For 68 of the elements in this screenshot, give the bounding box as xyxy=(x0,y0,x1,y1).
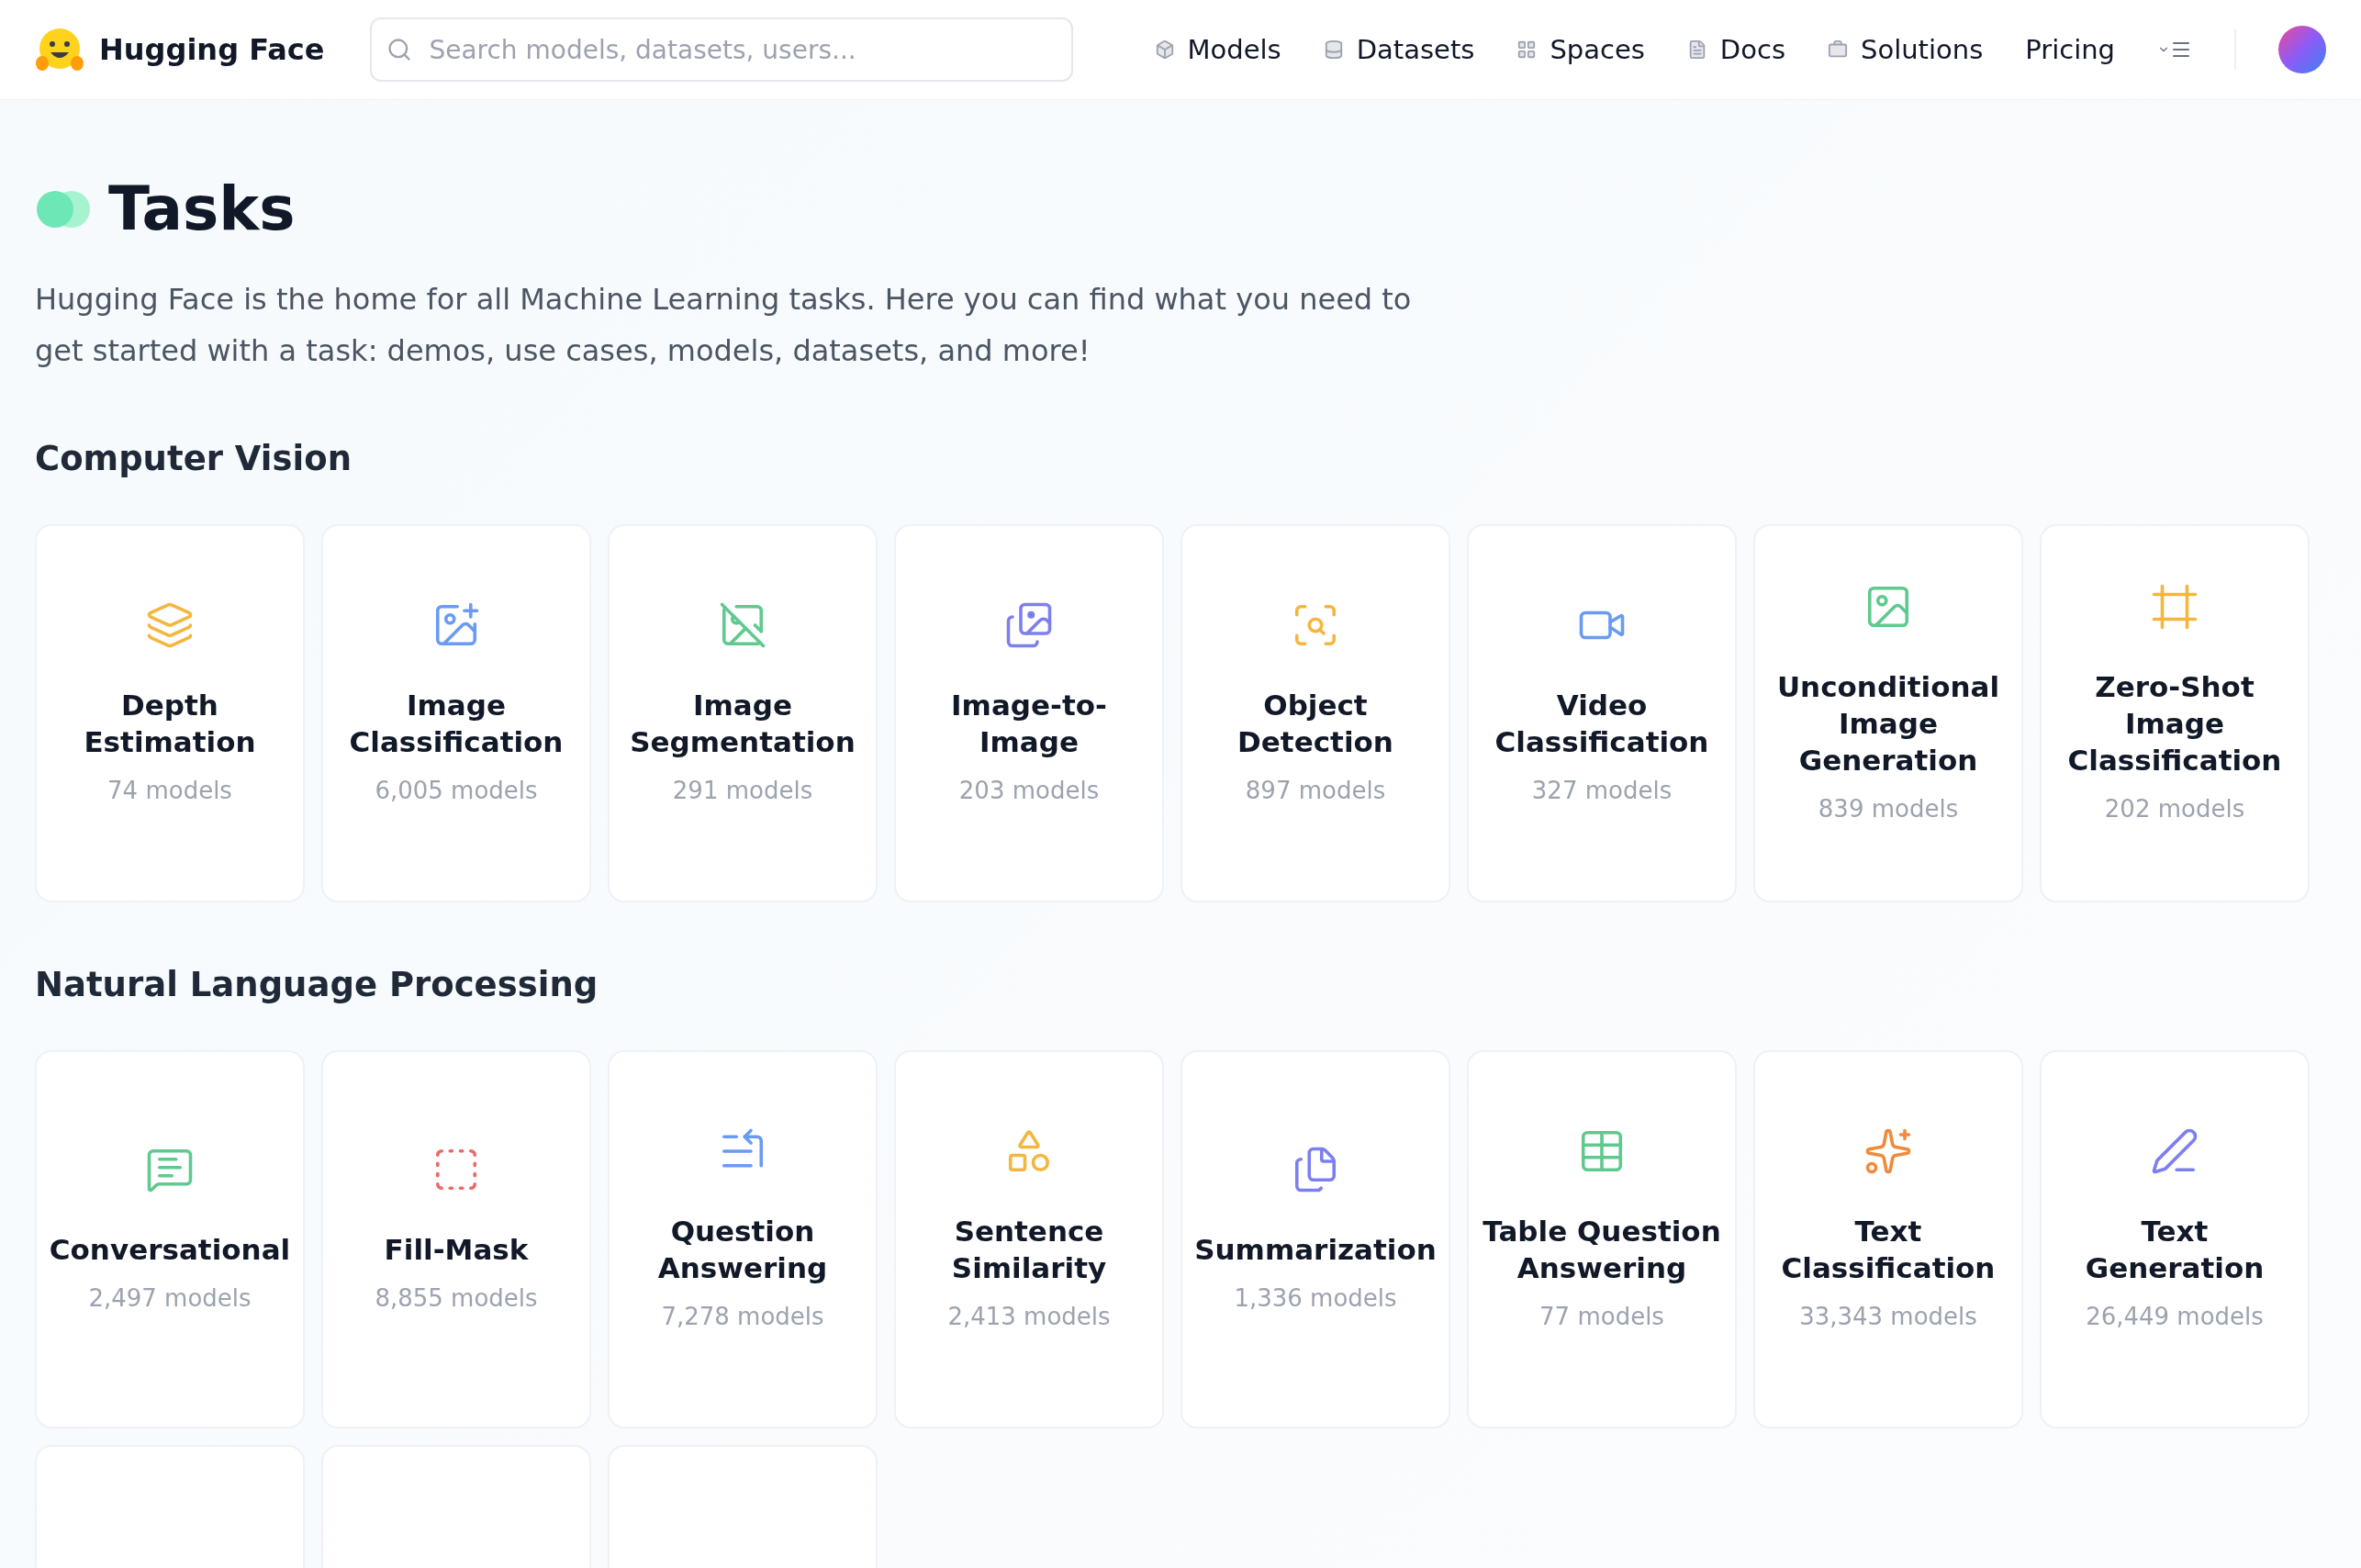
model-count: 291 models xyxy=(672,777,813,804)
model-count: 2,497 models xyxy=(88,1284,252,1312)
nav-item-icon xyxy=(1323,39,1344,60)
model-count: 2,413 models xyxy=(947,1303,1111,1330)
task-card[interactable]: Object Detection 897 models xyxy=(1180,524,1450,902)
task-card[interactable]: Summarization 1,336 models xyxy=(1180,1050,1450,1428)
task-card[interactable]: Text Generation 26,449 models xyxy=(2040,1050,2310,1428)
task-card[interactable]: Unconditional Image Generation 839 models xyxy=(1753,524,2023,902)
search-icon xyxy=(386,37,413,62)
nav-link[interactable]: Datasets xyxy=(1323,34,1475,65)
task-card[interactable]: Video Classification 327 models xyxy=(1467,524,1737,902)
task-card[interactable]: Depth Estimation 74 models xyxy=(35,524,305,902)
task-name: Table Question Answering xyxy=(1482,1214,1722,1286)
section-heading: Computer Vision xyxy=(35,439,352,478)
nav-link[interactable]: Solutions xyxy=(1828,34,1984,65)
task-card[interactable]: Text Classification 33,343 models xyxy=(1753,1050,2023,1428)
task-name: Fill-Mask xyxy=(384,1232,529,1268)
task-card[interactable]: Image-to-Image 203 models xyxy=(894,524,1164,902)
model-count: 1,336 models xyxy=(1234,1284,1397,1312)
model-count: 7,278 models xyxy=(661,1303,824,1330)
smiling-face-logo-icon xyxy=(35,27,84,73)
model-count: 203 models xyxy=(958,777,1100,804)
task-name: Conversational xyxy=(49,1232,291,1268)
model-count: 26,449 models xyxy=(2086,1303,2264,1330)
task-name: Object Detection xyxy=(1236,688,1394,760)
brand-name[interactable]: Hugging Face xyxy=(99,32,325,67)
task-card[interactable]: Image Segmentation 291 models xyxy=(608,524,878,902)
task-card[interactable]: Conversational 2,497 models xyxy=(35,1050,305,1428)
task-name: Video Classification xyxy=(1494,688,1710,760)
task-card[interactable]: Fill-Mask 8,855 models xyxy=(321,1050,591,1428)
nav-item-icon xyxy=(1154,39,1175,60)
task-name: Summarization xyxy=(1194,1232,1437,1268)
nav-link[interactable]: Docs xyxy=(1686,34,1785,65)
nav-link[interactable]: Pricing xyxy=(2025,34,2115,65)
model-count: 33,343 models xyxy=(1799,1303,1977,1330)
model-count: 74 models xyxy=(107,777,232,804)
page-title: Tasks xyxy=(108,174,296,244)
nav-link[interactable]: Models xyxy=(1154,34,1281,65)
task-name: Text Classification xyxy=(1780,1214,1997,1286)
search-field[interactable]: Search models, datasets, users... xyxy=(370,17,1074,82)
section-heading: Natural Language Processing xyxy=(35,965,599,1004)
model-count: 839 models xyxy=(1818,795,1959,823)
task-card[interactable]: Image Classification 6,005 models xyxy=(321,524,591,902)
task-name: Zero-Shot Image Classification xyxy=(2066,669,2283,778)
model-count: 897 models xyxy=(1245,777,1386,804)
task-name: Unconditional Image Generation xyxy=(1775,669,2001,778)
task-card[interactable]: Question Answering 7,278 models xyxy=(608,1050,878,1428)
task-name: Sentence Similarity xyxy=(950,1214,1108,1286)
task-card[interactable]: Zero-Shot Image Classification 202 models xyxy=(2040,524,2310,902)
task-name: Question Answering xyxy=(656,1214,829,1286)
task-card[interactable]: Table Question Answering 77 models xyxy=(1467,1050,1737,1428)
nav-link[interactable]: Spaces xyxy=(1516,34,1645,65)
model-count: 77 models xyxy=(1539,1303,1664,1330)
page-description: Hugging Face is the home for all Machine Learning tasks. Here you can find what you need to get started with a task: demos, use cases, models, datasets, and more! xyxy=(35,281,1413,370)
task-name: Image Segmentation xyxy=(629,688,856,760)
model-count: 202 models xyxy=(2104,795,2245,823)
nav-item-icon xyxy=(1516,39,1538,60)
task-name: Text Generation xyxy=(2084,1214,2266,1286)
task-name: Image Classification xyxy=(348,688,565,760)
avatar[interactable] xyxy=(2278,26,2326,73)
task-name: Image-to-Image xyxy=(950,688,1108,760)
nav-item-icon xyxy=(1828,39,1848,60)
model-count: 327 models xyxy=(1531,777,1673,804)
task-card[interactable]: Sentence Similarity 2,413 models xyxy=(894,1050,1164,1428)
model-count: 8,855 models xyxy=(375,1284,538,1312)
task-name: Depth Estimation xyxy=(83,688,257,760)
toggle-icon xyxy=(35,188,92,230)
model-count: 6,005 models xyxy=(375,777,538,804)
